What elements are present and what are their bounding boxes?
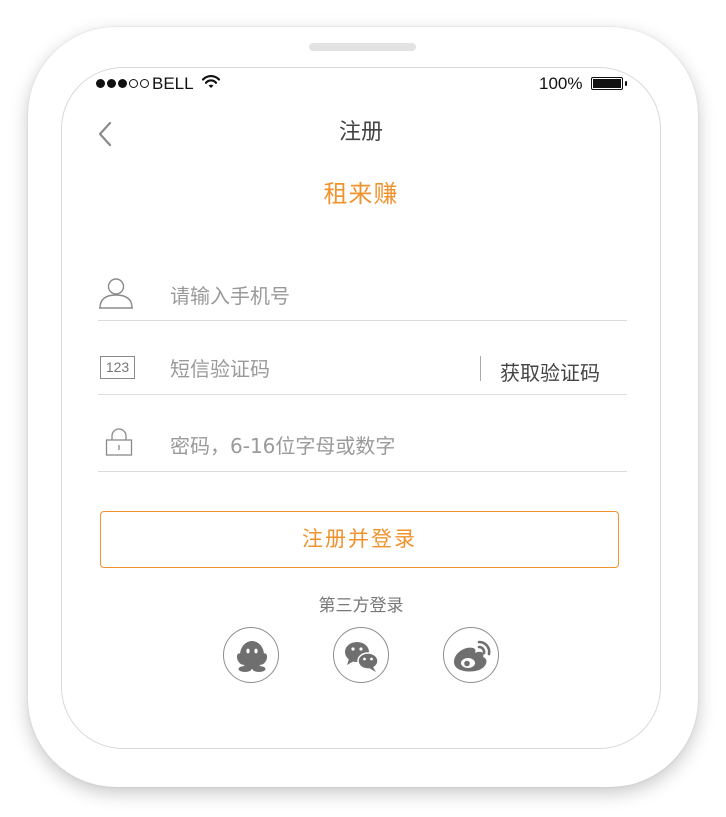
- register-login-button[interactable]: 注册并登录: [100, 511, 619, 568]
- qq-login-button[interactable]: [223, 627, 279, 683]
- wechat-login-button[interactable]: [333, 627, 389, 683]
- signal-dot: [129, 79, 138, 88]
- signal-dot: [140, 79, 149, 88]
- wifi-icon: [201, 74, 221, 95]
- page-title: 注册: [338, 120, 383, 145]
- sms-code-icon: 123: [100, 356, 135, 379]
- phone-frame: BELL 100% 注册 租来赚 请输入手机号 123 短信验证码 获取验证码 …: [28, 27, 698, 787]
- divider: [480, 356, 481, 381]
- password-row: [98, 394, 627, 472]
- lock-icon: [105, 428, 133, 460]
- get-code-button[interactable]: 获取验证码: [500, 357, 600, 386]
- signal-dot: [118, 79, 127, 88]
- sms-code-row: 123 获取验证码: [98, 320, 627, 395]
- user-icon: [98, 277, 134, 313]
- battery-tip: [625, 81, 627, 86]
- battery-icon: [591, 77, 623, 90]
- phone-row: [98, 246, 627, 321]
- signal-dot: [107, 79, 116, 88]
- screen: BELL 100% 注册 租来赚 请输入手机号 123 短信验证码 获取验证码 …: [61, 67, 661, 749]
- weibo-icon: [454, 640, 491, 672]
- phone-input[interactable]: [170, 284, 610, 308]
- signal-dot: [96, 79, 105, 88]
- speaker-grille: [309, 43, 416, 51]
- third-party-login-title: 第三方登录: [318, 596, 404, 616]
- password-input[interactable]: [170, 434, 610, 458]
- signal-strength-icon: [96, 79, 149, 88]
- weibo-login-button[interactable]: [443, 627, 499, 683]
- status-bar: BELL 100%: [62, 68, 660, 100]
- brand-name: 租来赚: [323, 180, 399, 208]
- sms-code-input[interactable]: [170, 357, 460, 381]
- qq-icon: [236, 641, 268, 672]
- battery-percentage: 100%: [539, 74, 583, 93]
- carrier-name: BELL: [152, 74, 194, 93]
- wechat-icon: [345, 642, 379, 672]
